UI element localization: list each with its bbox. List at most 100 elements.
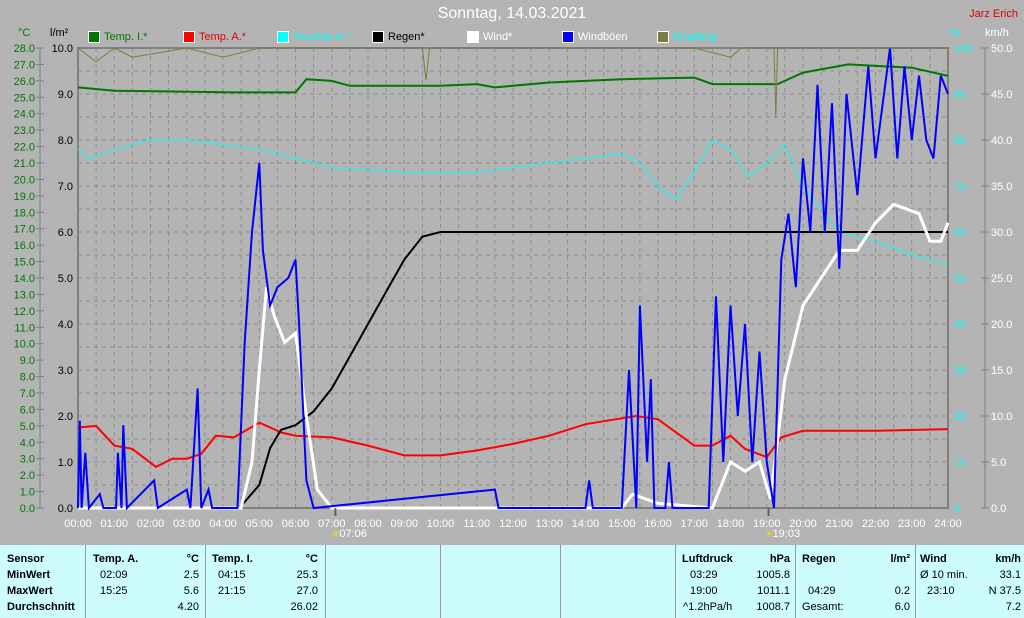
wind-avg10: 33.1 bbox=[999, 569, 1021, 581]
row-label-max: MaxWert bbox=[7, 585, 53, 597]
rain-tick-label: 0.0 bbox=[58, 503, 73, 515]
legend-swatch bbox=[657, 31, 669, 43]
temp-i-avg: 26.02 bbox=[290, 601, 318, 613]
rain-max-time: 04:29 bbox=[808, 585, 836, 597]
legend-swatch bbox=[183, 31, 195, 43]
time-tick-label: 18:00 bbox=[717, 518, 745, 530]
wind-tick-label: 50.0 bbox=[991, 43, 1012, 55]
wind-axis-title: km/h bbox=[985, 27, 1009, 39]
legend-label: Temp. I.* bbox=[104, 31, 148, 43]
time-tick-label: 06:00 bbox=[282, 518, 310, 530]
weather-chart: °C l/m²% km/h 0.0 1.0 2.0 3.0 4.0 5.0 6.0 7.0 8.0 9.… bbox=[14, 27, 1013, 540]
wind-tick-label: 45.0 bbox=[991, 89, 1012, 101]
sunrise-label: 07:06 bbox=[339, 528, 367, 540]
temp-i-unit: °C bbox=[305, 553, 318, 565]
legend-item: Wind* bbox=[467, 31, 512, 43]
humidity-tick-label: 10 bbox=[954, 457, 966, 469]
wind-tick-label: 0.0 bbox=[991, 503, 1006, 515]
temp-a-min: 2.5 bbox=[183, 569, 199, 581]
wind-max-time: 23:10 bbox=[927, 585, 955, 597]
temp-i-title: Temp. I. bbox=[212, 553, 253, 565]
legend-item: Temp. A.* bbox=[183, 31, 246, 43]
temp-a-unit: °C bbox=[186, 553, 199, 565]
wind-tick-label: 10.0 bbox=[991, 411, 1012, 423]
legend-item: Temp. I.* bbox=[88, 31, 147, 43]
wind-tick-label: 25.0 bbox=[991, 273, 1012, 285]
rain-total: 6.0 bbox=[894, 601, 910, 613]
rain-tick-label: 3.0 bbox=[58, 365, 73, 377]
legend-swatch bbox=[88, 31, 100, 43]
temp-i-min-time: 04:15 bbox=[218, 569, 246, 581]
temp-tick-label: 7.0 bbox=[20, 388, 35, 400]
row-label-sensor: Sensor bbox=[7, 553, 45, 565]
temp-tick-label: 14.0 bbox=[14, 273, 35, 285]
temp-tick-label: 27.0 bbox=[14, 59, 35, 71]
wind-avg10-label: Ø 10 min. bbox=[920, 569, 968, 581]
legend-label: Feuchte A.* bbox=[293, 31, 350, 43]
temp-tick-label: 19.0 bbox=[14, 191, 35, 203]
time-tick-label: 00:00 bbox=[64, 518, 92, 530]
humidity-tick-label: 30 bbox=[954, 365, 966, 377]
temp-a-min-time: 02:09 bbox=[100, 569, 128, 581]
humidity-tick-label: 20 bbox=[954, 411, 966, 423]
rain-unit: l/m² bbox=[890, 553, 910, 565]
humidity-tick-label: 60 bbox=[954, 227, 966, 239]
time-tick-label: 14:00 bbox=[572, 518, 600, 530]
temp-tick-label: 12.0 bbox=[14, 306, 35, 318]
time-tick-label: 05:00 bbox=[245, 518, 273, 530]
wind-tick-label: 40.0 bbox=[991, 135, 1012, 147]
humidity-tick-label: 70 bbox=[954, 181, 966, 193]
pressure-unit: hPa bbox=[769, 553, 790, 565]
temp-tick-label: 25.0 bbox=[14, 92, 35, 104]
temp-tick-label: 6.0 bbox=[20, 404, 35, 416]
rain-total-label: Gesamt: bbox=[802, 601, 844, 613]
temp-tick-label: 28.0 bbox=[14, 43, 35, 55]
rain-tick-label: 5.0 bbox=[58, 273, 73, 285]
time-tick-label: 21:00 bbox=[825, 518, 853, 530]
legend-label: Temp. A.* bbox=[199, 31, 247, 43]
temp-a-title: Temp. A. bbox=[93, 553, 139, 565]
time-tick-label: 13:00 bbox=[535, 518, 563, 530]
time-tick-label: 11:00 bbox=[463, 518, 490, 530]
legend-label: Empfang bbox=[673, 31, 718, 43]
time-tick-label: 17:00 bbox=[680, 518, 708, 530]
temp-tick-label: 8.0 bbox=[20, 372, 35, 384]
wind-unit: km/h bbox=[995, 553, 1021, 565]
humidity-tick-label: 40 bbox=[954, 319, 966, 331]
wind-tick-label: 30.0 bbox=[991, 227, 1012, 239]
temp-tick-label: 13.0 bbox=[14, 289, 35, 301]
legend-item: Feuchte A.* bbox=[277, 31, 350, 43]
temp-tick-label: 18.0 bbox=[14, 207, 35, 219]
time-tick-label: 02:00 bbox=[137, 518, 165, 530]
rain-max: 0.2 bbox=[894, 585, 910, 597]
temp-tick-label: 21.0 bbox=[14, 158, 35, 170]
time-tick-label: 04:00 bbox=[209, 518, 237, 530]
wind-avg: 7.2 bbox=[1005, 601, 1021, 613]
temp-tick-label: 26.0 bbox=[14, 76, 35, 88]
legend-swatch bbox=[467, 31, 479, 43]
temp-tick-label: 22.0 bbox=[14, 142, 35, 154]
temp-tick-label: 0.0 bbox=[20, 503, 35, 515]
temp-axis-title: °C bbox=[18, 27, 30, 39]
wind-tick-label: 15.0 bbox=[991, 365, 1012, 377]
temp-tick-label: 3.0 bbox=[20, 454, 35, 466]
sunset-label: 19:03 bbox=[773, 528, 801, 540]
rain-axis-title: l/m² bbox=[50, 27, 69, 39]
wind-tick-label: 35.0 bbox=[991, 181, 1012, 193]
pressure-avg: 1008.7 bbox=[756, 601, 790, 613]
temp-tick-label: 23.0 bbox=[14, 125, 35, 137]
time-tick-label: 15:00 bbox=[608, 518, 636, 530]
rain-tick-label: 4.0 bbox=[58, 319, 73, 331]
temp-tick-label: 15.0 bbox=[14, 257, 35, 269]
time-tick-label: 16:00 bbox=[644, 518, 672, 530]
temp-i-min: 25.3 bbox=[296, 569, 318, 581]
temp-tick-label: 2.0 bbox=[20, 470, 35, 482]
time-tick-label: 09:00 bbox=[390, 518, 418, 530]
wind-max: N 37.5 bbox=[988, 585, 1021, 597]
humidity-tick-label: 50 bbox=[954, 273, 966, 285]
legend-swatch bbox=[562, 31, 574, 43]
legend-label: Wind* bbox=[483, 31, 513, 43]
rain-tick-label: 6.0 bbox=[58, 227, 73, 239]
humidity-axis-title: % bbox=[950, 27, 960, 39]
time-tick-label: 23:00 bbox=[898, 518, 926, 530]
